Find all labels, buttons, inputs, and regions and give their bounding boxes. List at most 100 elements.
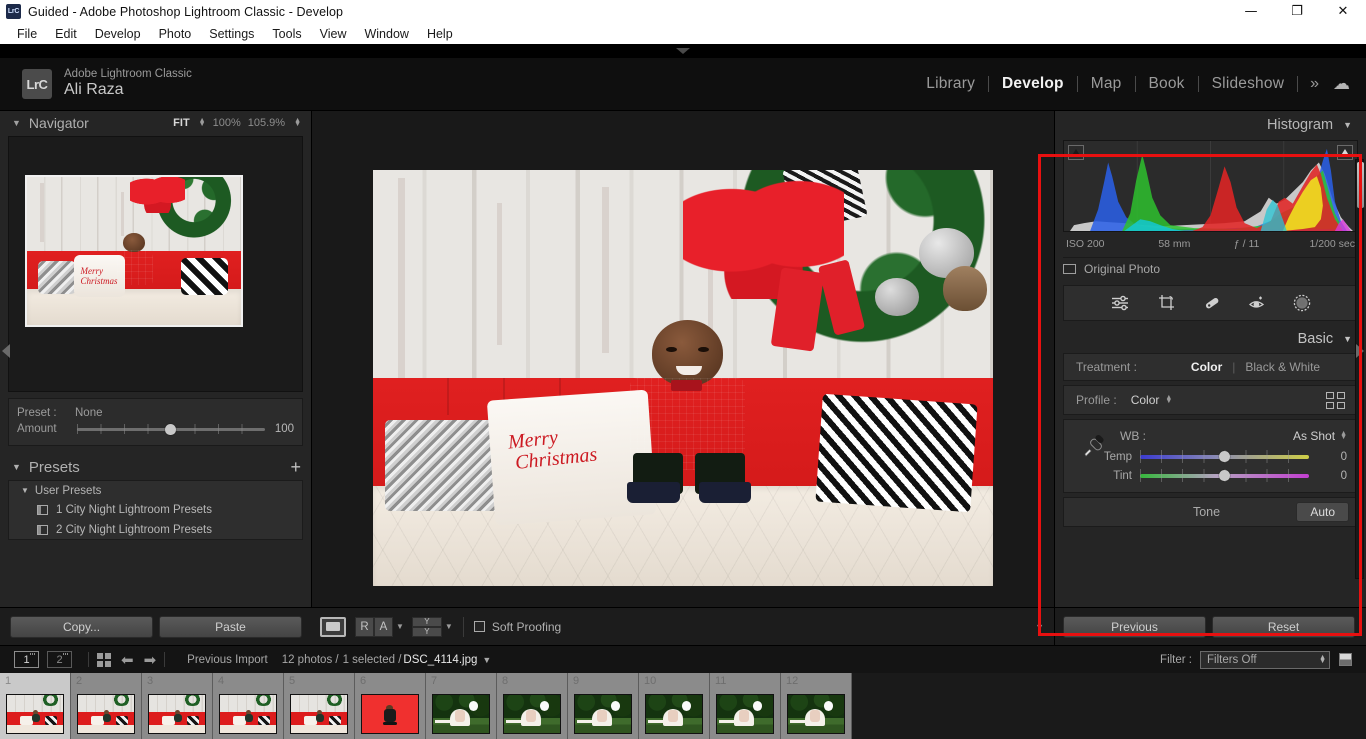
list-item[interactable]: 3 (142, 673, 213, 739)
cloud-icon[interactable]: ☁ (1333, 74, 1350, 94)
original-photo-row[interactable]: Original Photo (1063, 257, 1358, 279)
thumbnail[interactable] (290, 694, 348, 734)
yy-top[interactable]: Y (411, 616, 442, 627)
thumbnail[interactable] (503, 694, 561, 734)
filmstrip[interactable]: 1 2 3 4 5 6 7 8 9 10 11 12 (0, 673, 1366, 739)
temp-slider[interactable] (1140, 449, 1309, 463)
highlight-clipping-icon[interactable] (1337, 145, 1353, 160)
module-slideshow[interactable]: Slideshow (1199, 75, 1297, 93)
filmstrip-source[interactable]: Previous Import (187, 654, 268, 666)
filter-select[interactable]: Filters Off ▲ ▼ (1200, 650, 1330, 669)
thumbnail[interactable] (716, 694, 774, 734)
auto-tone-button[interactable]: Auto (1296, 502, 1349, 522)
histogram-header[interactable]: Histogram ▼ (1055, 111, 1366, 139)
scrollbar-thumb[interactable] (1357, 162, 1364, 208)
treatment-color-option[interactable]: Color (1191, 360, 1222, 374)
close-button[interactable]: ✕ (1320, 0, 1366, 23)
menu-window[interactable]: Window (355, 25, 417, 43)
chevron-down-icon[interactable]: ▼ (396, 622, 404, 631)
list-item[interactable]: 12 (781, 673, 852, 739)
right-panel-scrollbar[interactable] (1355, 159, 1364, 579)
minimize-button[interactable]: — (1228, 0, 1274, 23)
list-item[interactable]: 7 (426, 673, 497, 739)
thumbnail[interactable] (787, 694, 845, 734)
list-item[interactable]: 9 (568, 673, 639, 739)
menu-help[interactable]: Help (418, 25, 462, 43)
masking-icon[interactable] (1293, 294, 1311, 312)
thumbnail[interactable] (148, 694, 206, 734)
loupe-view-icon[interactable] (320, 616, 346, 637)
filename-dropdown-icon[interactable]: ▼ (482, 655, 491, 665)
module-book[interactable]: Book (1136, 75, 1198, 93)
thumbnail[interactable] (645, 694, 703, 734)
soft-proofing-checkbox[interactable] (473, 621, 485, 632)
tint-slider-knob[interactable] (1219, 469, 1231, 481)
preset-group-user-presets[interactable]: ▼ User Presets (9, 481, 302, 500)
paste-button[interactable]: Paste (159, 615, 302, 638)
list-item[interactable]: 8 (497, 673, 568, 739)
wb-value[interactable]: As Shot (1293, 429, 1335, 443)
forward-arrow-icon[interactable]: ➡ (144, 651, 157, 669)
treatment-bw-option[interactable]: Black & White (1245, 360, 1320, 374)
yy-bottom[interactable]: Y (411, 626, 442, 637)
chevron-down-icon[interactable]: ▼ (445, 622, 453, 631)
before-after-layout-toggle[interactable]: Y Y (411, 616, 442, 637)
crop-overlay-icon[interactable] (1158, 294, 1176, 312)
basic-panel-header[interactable]: Basic ▼ (1055, 326, 1366, 352)
menu-tools[interactable]: Tools (263, 25, 310, 43)
amount-slider[interactable] (77, 423, 265, 435)
right-panel-collapse[interactable] (1354, 334, 1366, 368)
filter-toggle-icon[interactable] (1339, 653, 1352, 666)
navigator-header[interactable]: ▼ Navigator FIT ▲ ▼ 100% 105.9% ▲ ▼ (0, 111, 311, 135)
thumbnail[interactable] (6, 694, 64, 734)
menu-develop[interactable]: Develop (86, 25, 150, 43)
menu-view[interactable]: View (311, 25, 356, 43)
screen-1-button[interactable]: 1 (14, 651, 39, 668)
thumbnail[interactable] (219, 694, 277, 734)
copy-button[interactable]: Copy... (10, 615, 153, 638)
zoom-custom-stepper-icon[interactable]: ▲ ▼ (294, 117, 301, 128)
reset-button[interactable]: Reset (1212, 615, 1355, 638)
maximize-button[interactable]: ❐ (1274, 0, 1320, 23)
white-balance-selector-icon[interactable] (1078, 430, 1112, 464)
list-item[interactable]: 1 (0, 673, 71, 739)
menu-edit[interactable]: Edit (46, 25, 86, 43)
shadow-clipping-icon[interactable] (1068, 145, 1084, 160)
grid-view-icon[interactable] (97, 652, 111, 667)
list-item[interactable]: 10 (639, 673, 710, 739)
amount-value[interactable]: 100 (275, 423, 294, 435)
presets-header[interactable]: ▼ Presets + (0, 454, 311, 480)
plus-icon[interactable]: + (290, 458, 301, 476)
thumbnail[interactable] (77, 694, 135, 734)
main-photo-frame[interactable]: Merry Christmas (373, 170, 993, 586)
histogram-chart[interactable] (1063, 140, 1358, 232)
list-item[interactable]: 11 (710, 673, 781, 739)
filter-stepper-icon[interactable]: ▲ ▼ (1319, 654, 1326, 665)
thumbnail[interactable] (574, 694, 632, 734)
navigator-preview[interactable]: Merry Christmas (8, 136, 303, 392)
more-modules-icon[interactable]: » (1298, 75, 1329, 93)
menu-file[interactable]: File (8, 25, 46, 43)
preset-value[interactable]: None (75, 407, 103, 419)
menu-photo[interactable]: Photo (150, 25, 201, 43)
module-map[interactable]: Map (1078, 75, 1135, 93)
list-item[interactable]: 2 (71, 673, 142, 739)
adjustment-sliders-icon[interactable] (1111, 295, 1131, 311)
list-item[interactable]: 5 (284, 673, 355, 739)
red-eye-icon[interactable] (1248, 294, 1266, 312)
menu-settings[interactable]: Settings (200, 25, 263, 43)
list-item[interactable]: 6 (355, 673, 426, 739)
temp-slider-knob[interactable] (1219, 450, 1231, 462)
seg-a[interactable]: A (374, 616, 393, 637)
list-item[interactable]: 2 City Night Lightroom Presets (9, 520, 302, 539)
wb-stepper-icon[interactable]: ▲ ▼ (1340, 430, 1347, 441)
module-library[interactable]: Library (913, 75, 988, 93)
profile-value[interactable]: Color (1131, 393, 1160, 407)
before-after-toggle[interactable]: R A (355, 616, 393, 637)
back-arrow-icon[interactable]: ⬅ (121, 651, 134, 669)
thumbnail[interactable] (432, 694, 490, 734)
amount-slider-knob[interactable] (165, 423, 177, 435)
top-panel-handle[interactable] (0, 44, 1366, 58)
zoom-custom[interactable]: 105.9% (248, 117, 285, 129)
profile-browser-icon[interactable] (1326, 391, 1345, 409)
